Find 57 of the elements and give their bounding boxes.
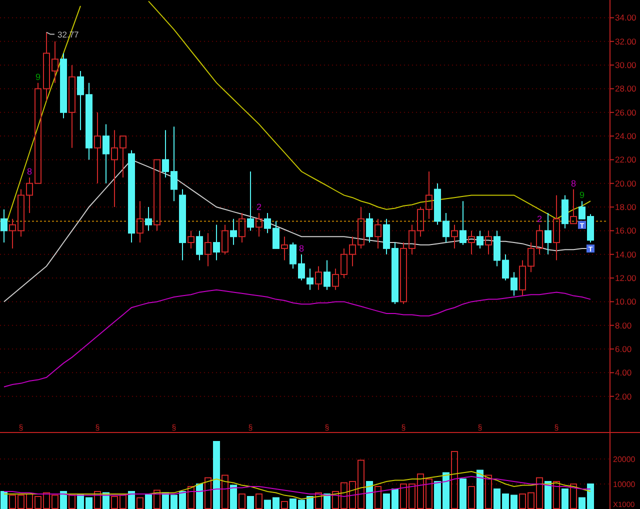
signal-number: 8	[27, 166, 32, 176]
event-marker: §	[554, 423, 559, 432]
axis-label: 22.00	[615, 154, 636, 165]
axis-label: 18.00	[615, 202, 636, 212]
candlestick	[230, 218, 237, 246]
candlestick	[204, 232, 212, 267]
event-marker: §	[248, 423, 253, 432]
axis-label: 10.00	[615, 296, 636, 307]
axis-label: 20000	[613, 455, 636, 464]
candlestick	[102, 124, 110, 184]
leader-line	[46, 32, 55, 35]
axis-label: 2.00	[615, 391, 632, 402]
axis-label: 34.00	[615, 12, 636, 23]
axis-label: 12.00	[615, 273, 636, 284]
candlestick	[562, 194, 568, 229]
signal-number: 8	[299, 243, 304, 254]
event-marker: §	[18, 423, 24, 432]
candlestick	[213, 224, 220, 261]
candlestick	[281, 236, 288, 261]
axis-label: 28.00	[615, 84, 636, 94]
axis-label: 4.00	[615, 368, 632, 378]
candlestick	[374, 218, 382, 249]
signal-number: 9	[36, 72, 40, 82]
candlestick	[468, 230, 475, 255]
axis-label: 8.00	[615, 320, 632, 330]
signal-number: 2	[537, 214, 542, 224]
candlestick	[196, 230, 203, 261]
axis-label: 24.00	[615, 131, 636, 142]
axis-label: 16.00	[615, 226, 636, 236]
event-marker: §	[95, 423, 100, 432]
candlestick	[68, 64, 76, 148]
candlestick	[60, 52, 67, 119]
candlestick	[238, 212, 246, 244]
candlestick	[256, 212, 262, 238]
event-marker: §	[324, 423, 330, 432]
candlestick	[366, 212, 373, 244]
axis-label: 30.00	[615, 60, 636, 70]
signal-number: 8	[571, 178, 576, 188]
candlestick	[0, 208, 8, 244]
axis-label: 6.00	[615, 344, 632, 354]
axis-label: 14.00	[615, 249, 636, 260]
event-marker: §	[478, 423, 482, 432]
candlestick	[188, 230, 194, 249]
candlestick	[94, 112, 101, 184]
axis-label: 10000	[613, 480, 636, 489]
event-marker: §	[401, 423, 406, 432]
candlestick	[315, 266, 322, 290]
signal-number: 9	[580, 190, 584, 200]
axis-label: 20.00	[615, 178, 636, 188]
candlestick	[485, 230, 492, 255]
candlestick	[553, 194, 560, 261]
signal-number: 2	[256, 202, 262, 212]
axis-label: 26.00	[615, 107, 636, 118]
candlestick	[544, 212, 552, 255]
axis-label: 32.00	[615, 36, 636, 46]
candlestick	[136, 200, 144, 244]
event-marker: §	[172, 423, 176, 432]
